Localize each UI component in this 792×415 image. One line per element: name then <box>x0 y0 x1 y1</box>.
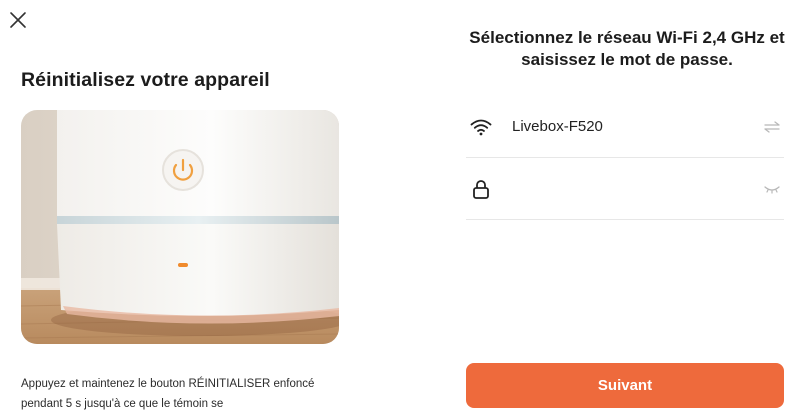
hidden-eye-icon[interactable] <box>762 179 782 199</box>
next-button[interactable]: Suivant <box>466 363 784 408</box>
reset-device-screen: Réinitialisez votre appareil Appuyez et … <box>0 0 792 415</box>
reset-instructions: Appuyez et maintenez le bouton RÉINITIAL… <box>21 378 315 410</box>
wifi-icon <box>470 116 492 138</box>
close-button[interactable] <box>4 6 32 34</box>
page-title: Réinitialisez votre appareil <box>21 69 270 91</box>
lock-icon <box>470 178 492 200</box>
wifi-section-title: Sélectionnez le réseau Wi-Fi 2,4 GHz et … <box>469 28 785 69</box>
device-illustration <box>21 110 339 344</box>
password-field[interactable] <box>466 158 784 220</box>
close-icon <box>10 12 26 28</box>
ssid-field[interactable] <box>466 96 784 158</box>
ssid-input[interactable] <box>512 118 762 135</box>
password-input[interactable] <box>512 180 762 197</box>
swap-network-icon[interactable] <box>762 117 782 137</box>
